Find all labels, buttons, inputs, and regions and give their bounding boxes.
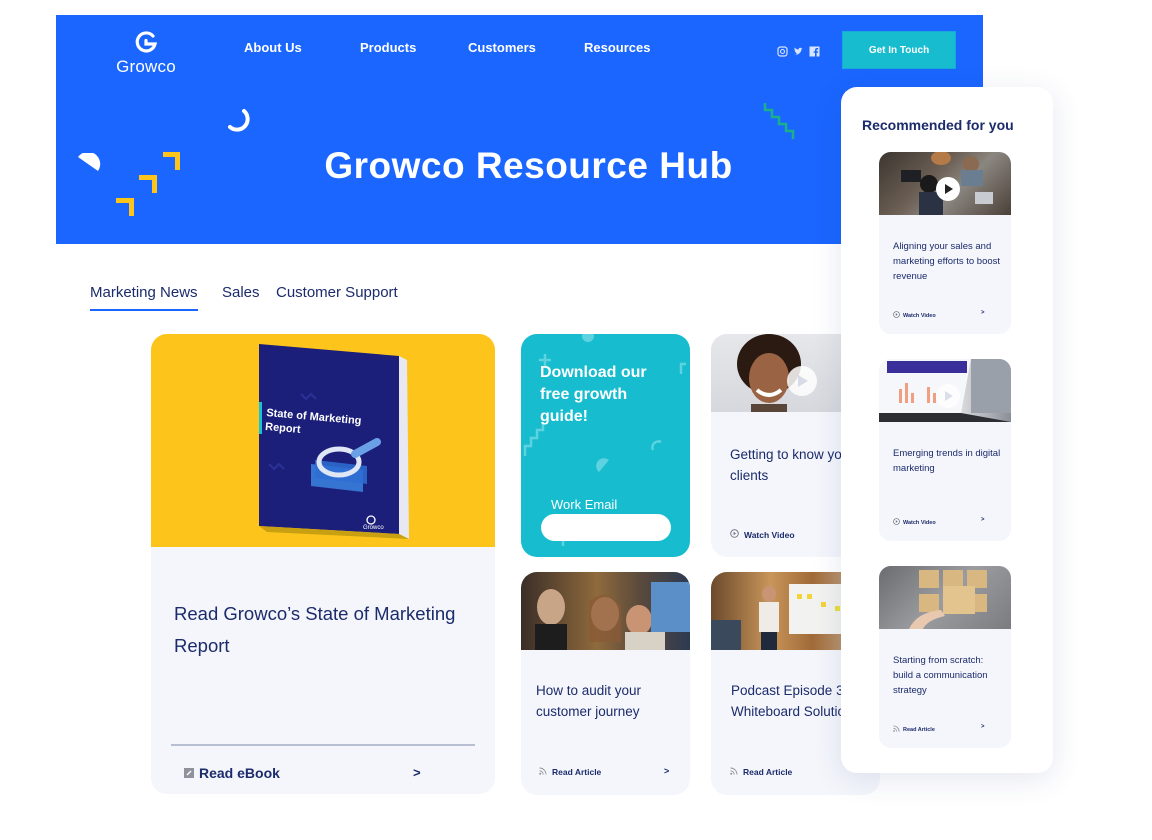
stairs-decoration-icon [116, 152, 180, 216]
play-circle-icon [893, 518, 900, 527]
play-circle-icon [893, 311, 900, 320]
card-title: Aligning your sales and marketing effort… [893, 241, 1001, 282]
tab-customer-support[interactable]: Customer Support [276, 284, 398, 309]
card-divider [171, 744, 475, 746]
guide-title: Download our free growth guide! [540, 364, 647, 425]
read-article-link[interactable]: Read Article [893, 725, 935, 734]
twitter-icon[interactable] [793, 44, 804, 55]
read-article-label: Read Article [903, 726, 935, 733]
read-article-label: Read Article [743, 767, 793, 777]
nav-customers[interactable]: Customers [468, 40, 536, 55]
featured-ebook-card[interactable]: Growco State of Marketing Report Read Gr… [151, 334, 495, 794]
read-article-link[interactable]: Read Article [730, 767, 792, 777]
watch-video-link[interactable]: Watch Video [893, 518, 936, 527]
recommended-panel: Recommended for you Aligning your sales … [841, 87, 1053, 773]
rss-icon [893, 725, 900, 734]
social-links [777, 44, 820, 57]
watch-video-link[interactable]: Watch Video [730, 529, 795, 540]
card-image-sticky-notes [879, 566, 1011, 629]
tab-marketing-news[interactable]: Marketing News [90, 284, 198, 311]
read-article-link[interactable]: Read Article [539, 767, 601, 777]
arc-decoration-icon [228, 109, 250, 132]
tab-sales[interactable]: Sales [222, 284, 260, 309]
recommended-card[interactable]: Emerging trends in digital marketing Wat… [879, 359, 1011, 541]
card-image-team-meeting [521, 572, 690, 650]
play-button-icon[interactable] [936, 384, 960, 408]
watch-video-label: Watch Video [903, 519, 936, 526]
ebook-icon [184, 765, 194, 781]
chevron-right-icon[interactable]: > [981, 724, 985, 730]
rss-icon [539, 767, 547, 777]
recommended-card[interactable]: Aligning your sales and marketing effort… [879, 152, 1011, 334]
rss-icon [730, 767, 738, 777]
get-in-touch-button[interactable]: Get In Touch [842, 31, 956, 69]
chevron-right-icon[interactable]: > [413, 765, 421, 780]
chevron-right-icon[interactable]: > [981, 517, 985, 523]
logo-text: Growco [116, 57, 176, 76]
recommended-title: Recommended for you [862, 117, 1014, 133]
facebook-icon[interactable] [809, 44, 820, 57]
nav-products[interactable]: Products [360, 40, 416, 55]
zigzag-decoration-icon [763, 103, 795, 139]
book-brand-text: Growco [363, 525, 384, 531]
nav-about-us[interactable]: About Us [244, 40, 302, 55]
read-article-label: Read Article [552, 767, 602, 777]
watch-video-link[interactable]: Watch Video [893, 311, 936, 320]
read-ebook-label: Read eBook [199, 765, 280, 781]
card-image-laptop-dashboard [879, 359, 1011, 422]
play-circle-icon [730, 529, 739, 540]
growco-logo-icon [135, 31, 158, 53]
work-email-label: Work Email [551, 497, 618, 512]
chevron-right-icon[interactable]: > [664, 766, 669, 776]
chevron-right-icon[interactable]: > [981, 310, 985, 316]
work-email-input[interactable] [541, 514, 671, 541]
growco-logo[interactable]: Growco [114, 30, 178, 77]
nav-resources[interactable]: Resources [584, 40, 650, 55]
ebook-cover-image: Growco State of Marketing Report [151, 334, 495, 547]
card-audit-customer-journey[interactable]: How to audit your customer journey Read … [521, 572, 690, 795]
play-button-icon[interactable] [787, 366, 817, 396]
watch-video-label: Watch Video [903, 312, 936, 319]
download-guide-card: Download our free growth guide! Work Ema… [521, 334, 690, 557]
play-button-icon[interactable] [936, 177, 960, 201]
watch-video-label: Watch Video [744, 529, 795, 540]
instagram-icon[interactable] [777, 44, 788, 57]
card-title: How to audit your customer journey [536, 683, 642, 719]
card-image-team-laptops [879, 152, 1011, 215]
half-circle-decoration-icon [78, 153, 101, 171]
recommended-card[interactable]: Starting from scratch: build a communica… [879, 566, 1011, 748]
card-title: Read Growco’s State of Marketing Report [174, 603, 456, 656]
card-title: Emerging trends in digital marketing [893, 448, 1001, 474]
read-ebook-link[interactable]: Read eBook [184, 765, 280, 781]
card-title: Starting from scratch: build a communica… [893, 655, 988, 696]
